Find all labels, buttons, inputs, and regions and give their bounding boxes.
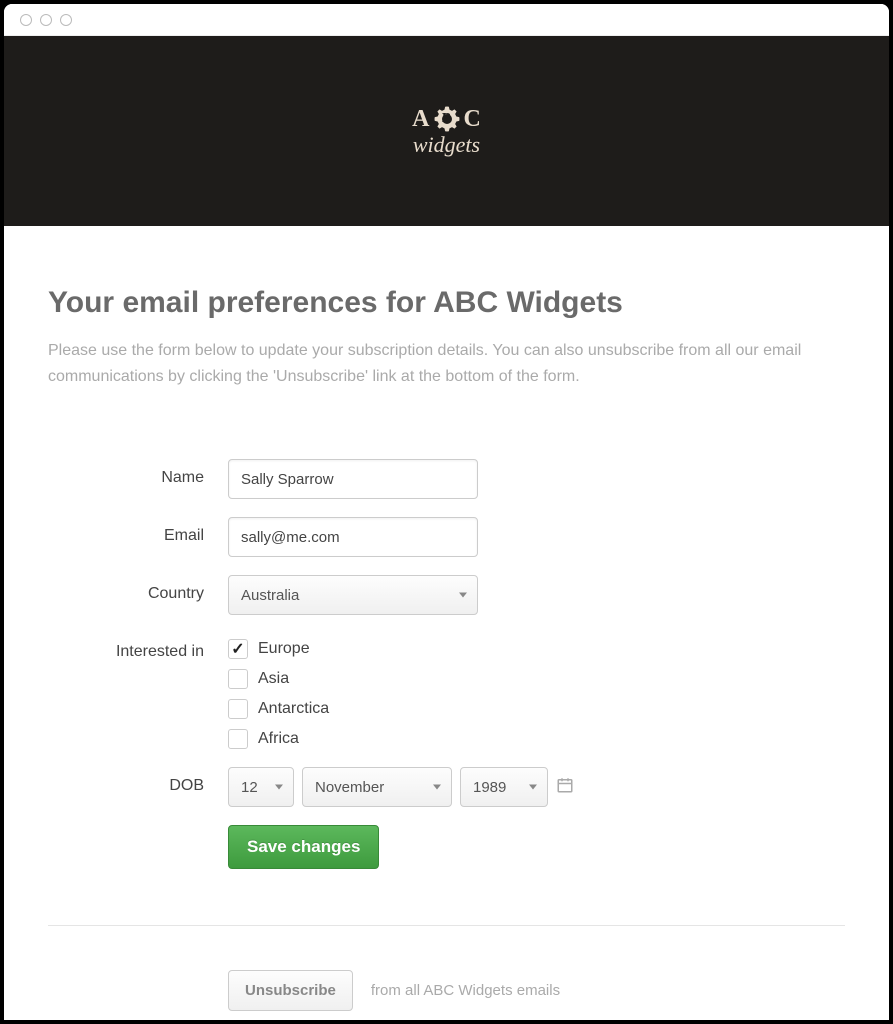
save-button[interactable]: Save changes bbox=[228, 825, 379, 869]
dob-label: DOB bbox=[48, 767, 228, 795]
window-close-icon[interactable] bbox=[20, 14, 32, 26]
brand-letter-c: C bbox=[464, 106, 481, 133]
chevron-down-icon bbox=[459, 593, 467, 598]
unsubscribe-button[interactable]: Unsubscribe bbox=[228, 970, 353, 1011]
checkbox-input[interactable] bbox=[228, 639, 248, 659]
dob-month-value: November bbox=[315, 779, 384, 796]
country-select[interactable]: Australia bbox=[228, 575, 478, 615]
dob-day-value: 12 bbox=[241, 779, 258, 796]
browser-chrome bbox=[4, 4, 889, 36]
interested-row: Interested in Europe Asia bbox=[48, 633, 648, 749]
interested-label: Interested in bbox=[48, 633, 228, 661]
page-body: A B C widgets Your email preferences for… bbox=[4, 36, 889, 1020]
preferences-form: Name Email Country Australia bbox=[48, 459, 648, 869]
chevron-down-icon bbox=[275, 785, 283, 790]
calendar-icon[interactable] bbox=[556, 776, 574, 799]
name-input[interactable] bbox=[228, 459, 478, 499]
chevron-down-icon bbox=[433, 785, 441, 790]
checkbox-input[interactable] bbox=[228, 669, 248, 689]
name-row: Name bbox=[48, 459, 648, 499]
dob-year-select[interactable]: 1989 bbox=[460, 767, 548, 807]
name-label: Name bbox=[48, 459, 228, 487]
unsubscribe-text: from all ABC Widgets emails bbox=[371, 982, 560, 999]
email-input[interactable] bbox=[228, 517, 478, 557]
country-row: Country Australia bbox=[48, 575, 648, 615]
dob-day-select[interactable]: 12 bbox=[228, 767, 294, 807]
chevron-down-icon bbox=[529, 785, 537, 790]
checkbox-item-antarctica[interactable]: Antarctica bbox=[228, 699, 329, 719]
checkbox-label: Antarctica bbox=[258, 700, 329, 718]
dob-row: DOB 12 November 1989 bbox=[48, 767, 648, 807]
brand-logo: A B C widgets bbox=[412, 104, 481, 158]
country-label: Country bbox=[48, 575, 228, 603]
divider bbox=[48, 925, 845, 926]
brand-word: widgets bbox=[413, 132, 480, 158]
checkbox-label: Africa bbox=[258, 730, 299, 748]
country-select-value: Australia bbox=[241, 587, 299, 604]
interested-checkbox-group: Europe Asia Antarctica bbox=[228, 633, 329, 749]
window-maximize-icon[interactable] bbox=[60, 14, 72, 26]
checkbox-item-europe[interactable]: Europe bbox=[228, 639, 329, 659]
page-title: Your email preferences for ABC Widgets bbox=[48, 286, 845, 320]
checkbox-item-asia[interactable]: Asia bbox=[228, 669, 329, 689]
page-content: Your email preferences for ABC Widgets P… bbox=[4, 226, 889, 1020]
checkbox-label: Asia bbox=[258, 670, 289, 688]
page-subtitle: Please use the form below to update your… bbox=[48, 338, 845, 389]
window-minimize-icon[interactable] bbox=[40, 14, 52, 26]
dob-year-value: 1989 bbox=[473, 779, 506, 796]
browser-window: A B C widgets Your email preferences for… bbox=[4, 4, 889, 1020]
brand-logo-top: A B C bbox=[412, 104, 481, 134]
save-row: Save changes bbox=[48, 825, 648, 869]
unsubscribe-row: Unsubscribe from all ABC Widgets emails bbox=[48, 970, 845, 1011]
checkbox-input[interactable] bbox=[228, 699, 248, 719]
brand-letter-b: B bbox=[442, 111, 451, 127]
email-row: Email bbox=[48, 517, 648, 557]
email-label: Email bbox=[48, 517, 228, 545]
checkbox-label: Europe bbox=[258, 640, 310, 658]
page-header: A B C widgets bbox=[4, 36, 889, 226]
gear-icon: B bbox=[432, 104, 462, 134]
checkbox-input[interactable] bbox=[228, 729, 248, 749]
brand-letter-a: A bbox=[412, 106, 429, 133]
checkbox-item-africa[interactable]: Africa bbox=[228, 729, 329, 749]
dob-month-select[interactable]: November bbox=[302, 767, 452, 807]
